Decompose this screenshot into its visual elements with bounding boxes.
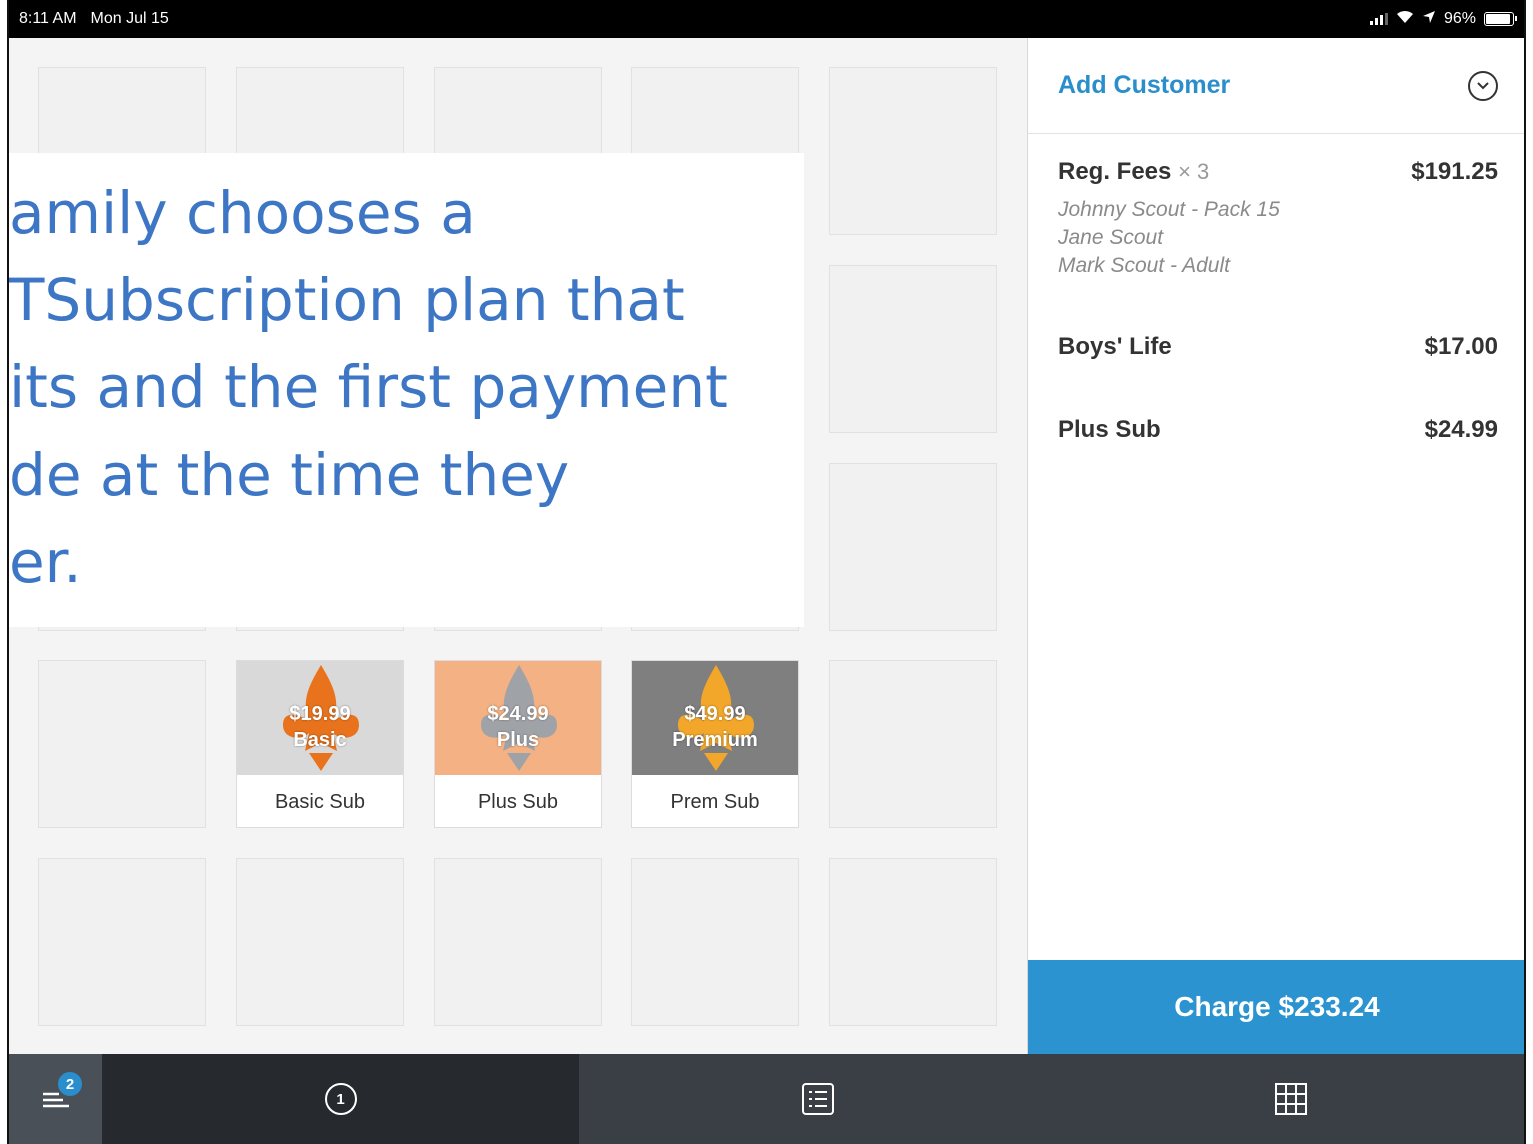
callout-line: er. [9,528,82,596]
status-bar: 8:11 AM Mon Jul 15 96% [9,0,1524,38]
battery-icon [1484,12,1517,26]
line-item-name: Boys' Life [1058,333,1172,360]
empty-tile[interactable] [829,660,997,828]
line-item-notes: Johnny Scout - Pack 15 Jane Scout Mark S… [1058,196,1498,280]
cart-header: Add Customer [1028,38,1524,134]
charge-button[interactable]: Charge $233.24 [1028,960,1524,1054]
signal-icon [1369,13,1388,25]
line-item-note: Jane Scout [1058,226,1164,249]
overlay-callout: amily chooses a TSubscription plan that … [9,153,804,627]
product-image: $49.99 Premium [632,661,798,775]
bottom-nav: 2 1 [9,1054,1524,1144]
product-name: Plus Sub [477,790,559,813]
product-tile-plus-sub[interactable]: $24.99 Plus Plus Sub [434,660,602,828]
notification-badge: 2 [58,1072,82,1096]
status-right: 96% [1369,10,1517,29]
product-plan: Premium [672,729,758,751]
empty-tile[interactable] [829,463,997,631]
grid-icon [1275,1083,1307,1115]
list-icon [801,1083,834,1115]
cart-line-item[interactable]: Reg. Fees × 3 $191.25 Johnny Scout - Pac… [1058,158,1498,280]
product-price: $49.99 [684,703,746,725]
menu-button[interactable]: 2 [9,1054,102,1144]
empty-tile[interactable] [236,858,404,1026]
line-item-note: Mark Scout - Adult [1058,254,1230,277]
line-item-name: Plus Sub [1058,416,1161,443]
app-frame: 8:11 AM Mon Jul 15 96% $19.99 Basic Basi… [7,0,1526,1144]
line-item-row: Reg. Fees × 3 $191.25 [1058,158,1498,186]
line-item-price: $191.25 [1411,158,1498,185]
callout-line: its and the first payment [9,353,728,421]
line-item-name: Reg. Fees [1058,158,1172,185]
battery-percent: 96% [1443,10,1476,27]
line-item-row: Boys' Life $17.00 [1058,333,1498,361]
line-item-note: Johnny Scout - Pack 15 [1058,198,1280,221]
product-image: $24.99 Plus [435,661,601,775]
product-image: $19.99 Basic [237,661,403,775]
empty-tile[interactable] [38,858,206,1026]
product-price: $24.99 [487,703,549,725]
empty-tile[interactable] [829,265,997,433]
product-name: Basic Sub [274,790,366,813]
cart-line-item[interactable]: Plus Sub $24.99 [1058,416,1498,444]
callout-line: de at the time they [9,441,570,509]
product-tile-basic-sub[interactable]: $19.99 Basic Basic Sub [236,660,404,828]
line-item-title: Reg. Fees × 3 [1058,158,1209,186]
empty-tile[interactable] [829,858,997,1026]
add-customer-button[interactable]: Add Customer [1058,71,1230,100]
line-item-qty: × 3 [1178,159,1210,184]
cart-panel: Add Customer Reg. Fees × 3 $191.25 Johnn… [1027,38,1524,1054]
product-plan: Plus [496,729,540,751]
product-plan: Basic [293,729,347,751]
cart-line-item[interactable]: Boys' Life $17.00 [1058,333,1498,361]
product-tile-prem-sub[interactable]: $49.99 Premium Prem Sub [631,660,799,828]
callout-line: TSubscription plan that [9,266,685,334]
empty-tile[interactable] [38,660,206,828]
empty-tile[interactable] [631,858,799,1026]
tab-grid[interactable] [1056,1054,1524,1144]
status-time: 8:11 AM [19,10,77,27]
wifi-icon [1396,10,1414,29]
product-price: $19.99 [289,703,351,725]
line-item-price: $17.00 [1424,333,1498,360]
tab-current-sale[interactable]: 1 [102,1054,579,1144]
line-item-row: Plus Sub $24.99 [1058,416,1498,444]
chevron-down-icon[interactable] [1468,70,1498,101]
location-icon [1422,10,1436,29]
callout-line: amily chooses a [9,179,476,247]
line-item-price: $24.99 [1424,416,1498,443]
status-date: Mon Jul 15 [90,10,169,27]
empty-tile[interactable] [434,858,602,1026]
product-name: Prem Sub [670,790,760,813]
ticket-count-icon: 1 [324,1083,357,1115]
tab-library[interactable] [579,1054,1056,1144]
empty-tile[interactable] [829,67,997,235]
